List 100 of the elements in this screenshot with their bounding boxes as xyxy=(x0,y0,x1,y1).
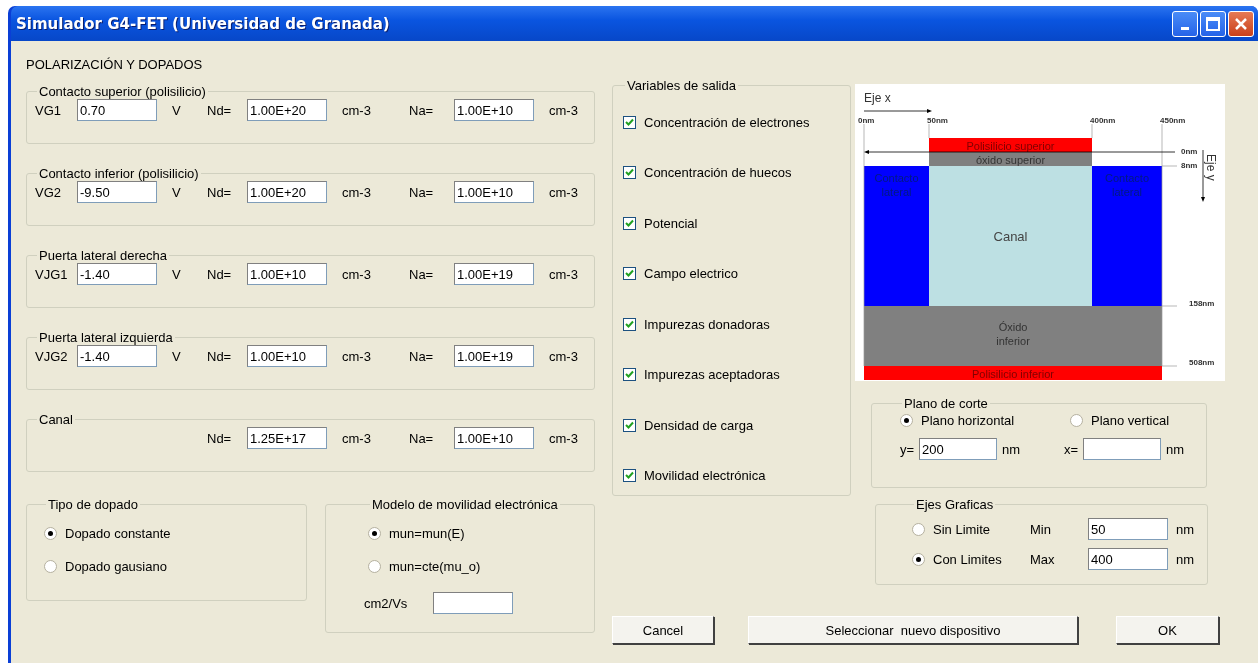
minimize-icon xyxy=(1181,27,1189,30)
region-label: Contacto lateral xyxy=(874,172,919,198)
group-title: Canal xyxy=(38,412,74,427)
checkbox-option[interactable]: Movilidad electrónica xyxy=(623,467,850,483)
unit-label: cm-3 xyxy=(341,430,372,446)
input-field[interactable]: 400 xyxy=(1088,548,1168,570)
unit-label: nm xyxy=(1176,521,1196,537)
tick-label: 158nm xyxy=(1189,299,1215,308)
input-field[interactable]: -9.50 xyxy=(77,181,157,203)
section-heading: POLARIZACIÓN Y DOPADOS xyxy=(26,57,204,72)
field-label: Nd= xyxy=(207,430,233,446)
checkbox[interactable] xyxy=(623,468,636,482)
checkbox[interactable] xyxy=(623,216,636,230)
group-title: Variables de salida xyxy=(626,78,737,93)
close-button[interactable] xyxy=(1228,10,1254,37)
input-field[interactable]: 1.00E+10 xyxy=(454,181,534,203)
group-title: Contacto superior (polisilicio) xyxy=(38,84,207,99)
checkbox-option[interactable]: Potencial xyxy=(623,215,850,231)
region-label: Polisilicio superior xyxy=(966,140,1055,152)
radio-option[interactable]: mun=mun(E) xyxy=(368,526,594,541)
input-field[interactable]: 200 xyxy=(919,438,998,460)
group-title: Tipo de dopado xyxy=(47,497,139,512)
radio-option[interactable]: Con Limites xyxy=(912,551,1030,567)
unit-label: cm-3 xyxy=(548,266,579,282)
region-label: Polisilicio inferior xyxy=(972,368,1054,380)
field-label: x= xyxy=(1064,441,1079,457)
radio-option[interactable]: mun=cte(mu_o) xyxy=(368,559,594,574)
checkbox[interactable] xyxy=(623,166,636,180)
field-label: Na= xyxy=(409,266,435,282)
radio-button[interactable] xyxy=(1070,414,1083,427)
input-field[interactable] xyxy=(433,592,514,614)
checkbox[interactable] xyxy=(623,368,636,382)
maximize-icon xyxy=(1206,16,1220,31)
radio-button[interactable] xyxy=(368,560,381,573)
radio-button[interactable] xyxy=(368,527,381,540)
radio-option[interactable]: Plano horizontal xyxy=(900,413,1070,428)
input-field[interactable]: 1.00E+20 xyxy=(247,99,327,121)
input-field[interactable]: -1.40 xyxy=(77,263,157,285)
dialog-button[interactable]: Seleccionar nuevo dispositivo xyxy=(748,616,1078,644)
radio-button[interactable] xyxy=(44,560,57,573)
maximize-button[interactable] xyxy=(1200,10,1226,37)
unit-label: cm-3 xyxy=(341,184,372,200)
input-field[interactable]: 1.25E+17 xyxy=(247,427,327,449)
checkbox-option[interactable]: Densidad de carga xyxy=(623,417,850,433)
checkbox[interactable] xyxy=(623,267,636,281)
input-field[interactable]: 1.00E+19 xyxy=(454,263,534,285)
field-label: Nd= xyxy=(207,266,233,282)
field-label: Min xyxy=(1030,521,1052,537)
input-field[interactable]: 0.70 xyxy=(77,99,157,121)
dialog-button[interactable]: Cancel xyxy=(612,616,714,644)
checkbox[interactable] xyxy=(623,418,636,432)
input-field[interactable]: 1.00E+10 xyxy=(454,427,534,449)
checkbox-option[interactable]: Campo electrico xyxy=(623,266,850,282)
group-title: Puerta lateral izquierda xyxy=(38,330,174,345)
radio-option[interactable]: Dopado constante xyxy=(44,526,306,541)
tick-label: 508nm xyxy=(1189,358,1215,367)
arrow-icon xyxy=(864,150,1176,154)
axis-label: Eje y xyxy=(1204,154,1218,181)
radio-option[interactable]: Dopado gausiano xyxy=(44,559,306,574)
field-label: Nd= xyxy=(207,348,233,364)
input-field[interactable] xyxy=(1083,438,1162,460)
field-label: Na= xyxy=(409,430,435,446)
radio-option[interactable]: Sin Limite xyxy=(912,521,1030,537)
input-field[interactable]: 1.00E+10 xyxy=(247,263,327,285)
field-label: VG1 xyxy=(35,102,62,118)
input-field[interactable]: 1.00E+19 xyxy=(454,345,534,367)
check-icon xyxy=(625,319,634,329)
checkbox-option[interactable]: Concentración de electrones xyxy=(623,115,850,130)
minimize-button[interactable] xyxy=(1172,10,1198,37)
checkbox-option[interactable]: Impurezas aceptadoras xyxy=(623,367,850,383)
radio-button[interactable] xyxy=(912,522,925,536)
unit-label: nm xyxy=(1002,441,1021,457)
unit-label: V xyxy=(171,184,182,200)
radio-button[interactable] xyxy=(900,414,913,427)
input-field[interactable]: 50 xyxy=(1088,518,1168,540)
checkbox[interactable] xyxy=(623,116,636,129)
unit-label: nm xyxy=(1166,441,1185,457)
tick-label: 450nm xyxy=(1160,116,1186,125)
input-field[interactable]: 1.00E+10 xyxy=(247,345,327,367)
field-label: Nd= xyxy=(207,102,233,118)
check-icon xyxy=(625,370,634,380)
unit-label: cm-3 xyxy=(341,266,372,282)
dialog-button[interactable]: OK xyxy=(1116,616,1219,644)
tick-label: 0nm xyxy=(1181,147,1198,156)
input-field[interactable]: 1.00E+10 xyxy=(454,99,534,121)
field-label: VJG1 xyxy=(35,266,69,282)
check-icon xyxy=(625,269,634,279)
checkbox-option[interactable]: Impurezas donadoras xyxy=(623,316,850,332)
checkbox-option[interactable]: Concentración de huecos xyxy=(623,165,850,181)
radio-button[interactable] xyxy=(44,527,57,540)
checkbox[interactable] xyxy=(623,317,636,331)
check-icon xyxy=(625,470,634,480)
input-field[interactable]: 1.00E+20 xyxy=(247,181,327,203)
radio-option[interactable]: Plano vertical xyxy=(1070,413,1206,428)
field-label: VJG2 xyxy=(35,348,69,364)
unit-label: cm-3 xyxy=(548,430,579,446)
field-label: VG2 xyxy=(35,184,62,200)
radio-button[interactable] xyxy=(912,552,925,566)
input-field[interactable]: -1.40 xyxy=(77,345,157,367)
check-icon xyxy=(625,420,634,430)
